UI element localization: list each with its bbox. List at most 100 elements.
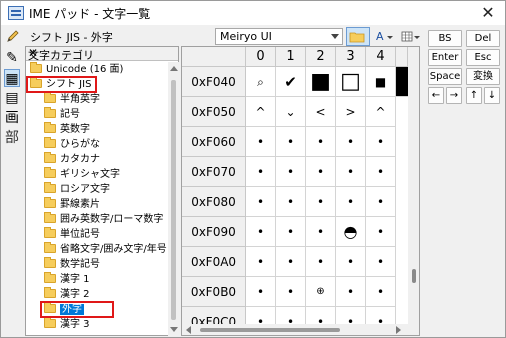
space-button[interactable]: Space xyxy=(428,68,462,85)
char-cell[interactable]: ◓ xyxy=(336,217,366,247)
char-cell[interactable]: > xyxy=(336,97,366,127)
char-cell[interactable]: • xyxy=(366,127,396,157)
char-cell[interactable]: • xyxy=(366,157,396,187)
char-cell[interactable]: • xyxy=(276,217,306,247)
scrollbar-thumb[interactable] xyxy=(200,328,340,332)
scroll-right-icon[interactable] xyxy=(396,326,401,334)
char-cell[interactable]: • xyxy=(276,187,306,217)
char-cell[interactable]: ⌕ xyxy=(246,67,276,97)
char-cell[interactable]: • xyxy=(306,187,336,217)
char-cell[interactable]: • xyxy=(366,277,396,307)
scroll-left-icon[interactable] xyxy=(186,326,191,334)
tree-item[interactable]: 半角英字 xyxy=(44,92,100,107)
char-cell[interactable]: • xyxy=(276,247,306,277)
font-size-button[interactable]: A xyxy=(372,27,396,46)
char-cell[interactable]: • xyxy=(246,277,276,307)
grid-vertical-scrollbar[interactable] xyxy=(408,47,419,324)
grid-corner xyxy=(182,47,246,67)
arrow-left-button[interactable]: ← xyxy=(428,87,444,104)
row-header: 0xF040 xyxy=(182,67,246,97)
char-cell[interactable]: • xyxy=(336,127,366,157)
tree-item-unicode[interactable]: Unicode (16 面) xyxy=(30,62,123,77)
close-window-button[interactable]: ✕ xyxy=(475,2,501,24)
scroll-up-icon[interactable] xyxy=(170,66,178,71)
tree-item[interactable]: 漢字 3 xyxy=(44,317,90,332)
scroll-down-icon[interactable] xyxy=(170,327,178,332)
char-cell[interactable]: • xyxy=(336,157,366,187)
char-cell[interactable]: • xyxy=(336,277,366,307)
char-cell[interactable]: ■ xyxy=(306,67,336,97)
char-cell[interactable]: • xyxy=(336,187,366,217)
arrow-right-button[interactable]: → xyxy=(446,87,462,104)
view-mode-button[interactable] xyxy=(398,27,422,46)
tree-item[interactable]: ひらがな xyxy=(44,137,100,152)
folder-icon xyxy=(44,167,56,178)
row-header: 0xF060 xyxy=(182,127,246,157)
radical-icon[interactable]: 部 xyxy=(4,129,20,147)
tree-item[interactable]: ギリシャ文字 xyxy=(44,167,120,182)
column-header: 4 xyxy=(366,47,396,67)
char-list-icon[interactable]: ▦ xyxy=(4,69,20,87)
enter-button[interactable]: Enter xyxy=(428,49,462,66)
scrollbar-thumb[interactable] xyxy=(412,269,416,283)
folder-icon xyxy=(44,257,56,268)
highlight-box-shift-jis xyxy=(26,76,97,93)
char-cell[interactable]: • xyxy=(276,157,306,187)
tree-item[interactable]: 漢字 1 xyxy=(44,272,90,287)
char-cell[interactable]: • xyxy=(246,187,276,217)
tree-scrollbar[interactable] xyxy=(168,62,179,336)
char-cell[interactable]: • xyxy=(366,187,396,217)
tree-item[interactable]: 罫線素片 xyxy=(44,197,100,212)
folder-icon xyxy=(44,212,56,223)
tree-item[interactable]: 英数字 xyxy=(44,122,90,137)
arrow-up-button[interactable]: ↑ xyxy=(466,87,482,104)
char-cell[interactable]: • xyxy=(366,247,396,277)
tree-item[interactable]: 省略文字/囲み文字/年号 xyxy=(44,242,167,257)
soft-keyboard-icon[interactable]: ▤ xyxy=(4,89,20,107)
esc-button[interactable]: Esc xyxy=(466,49,500,66)
tree-item[interactable]: ロシア文字 xyxy=(44,182,110,197)
tree-item[interactable]: カタカナ xyxy=(44,152,100,167)
tree-item[interactable]: 単位記号 xyxy=(44,227,100,242)
folder-icon xyxy=(44,182,56,193)
char-cell[interactable]: • xyxy=(306,217,336,247)
char-cell[interactable]: • xyxy=(246,247,276,277)
scrollbar-thumb[interactable] xyxy=(171,80,176,320)
tree-item[interactable]: 漢字 2 xyxy=(44,287,90,302)
row-header: 0xF080 xyxy=(182,187,246,217)
char-cell[interactable]: • xyxy=(306,247,336,277)
tree-item[interactable]: 囲み英数字/ローマ数字 xyxy=(44,212,163,227)
del-button[interactable]: Del xyxy=(466,30,500,47)
char-cell[interactable]: • xyxy=(246,217,276,247)
char-cell[interactable]: • xyxy=(276,277,306,307)
close-icon[interactable]: ✕ xyxy=(28,46,174,60)
font-select[interactable]: Meiryo UI xyxy=(215,28,343,45)
char-cell[interactable]: • xyxy=(246,157,276,187)
char-cell[interactable]: • xyxy=(306,157,336,187)
char-cell[interactable]: < xyxy=(306,97,336,127)
category-view-button[interactable] xyxy=(346,27,370,46)
char-cell[interactable]: • xyxy=(366,217,396,247)
grid-horizontal-scrollbar[interactable] xyxy=(182,324,419,335)
char-cell[interactable]: □ xyxy=(336,67,366,97)
arrow-down-button[interactable]: ↓ xyxy=(484,87,500,104)
convert-button[interactable]: 変換 xyxy=(466,68,500,85)
char-cell[interactable]: ■ xyxy=(366,67,396,97)
char-cell[interactable]: • xyxy=(336,247,366,277)
char-cell[interactable]: ^ xyxy=(246,97,276,127)
char-cell[interactable]: ⌄ xyxy=(276,97,306,127)
folder-icon xyxy=(44,197,56,208)
pencil-icon xyxy=(7,30,19,42)
char-cell[interactable]: • xyxy=(246,127,276,157)
char-cell[interactable]: ⊕ xyxy=(306,277,336,307)
tree-item[interactable]: 記号 xyxy=(44,107,80,122)
char-cell[interactable]: • xyxy=(276,127,306,157)
char-cell[interactable]: ^ xyxy=(366,97,396,127)
row-header: 0xF090 xyxy=(182,217,246,247)
tree-item[interactable]: 数学記号 xyxy=(44,257,100,272)
char-cell[interactable]: • xyxy=(306,127,336,157)
stroke-count-icon[interactable]: 画 xyxy=(4,109,20,127)
char-cell[interactable]: ✔ xyxy=(276,67,306,97)
bs-button[interactable]: BS xyxy=(428,30,462,47)
handwriting-icon[interactable]: ✎ xyxy=(4,49,20,67)
